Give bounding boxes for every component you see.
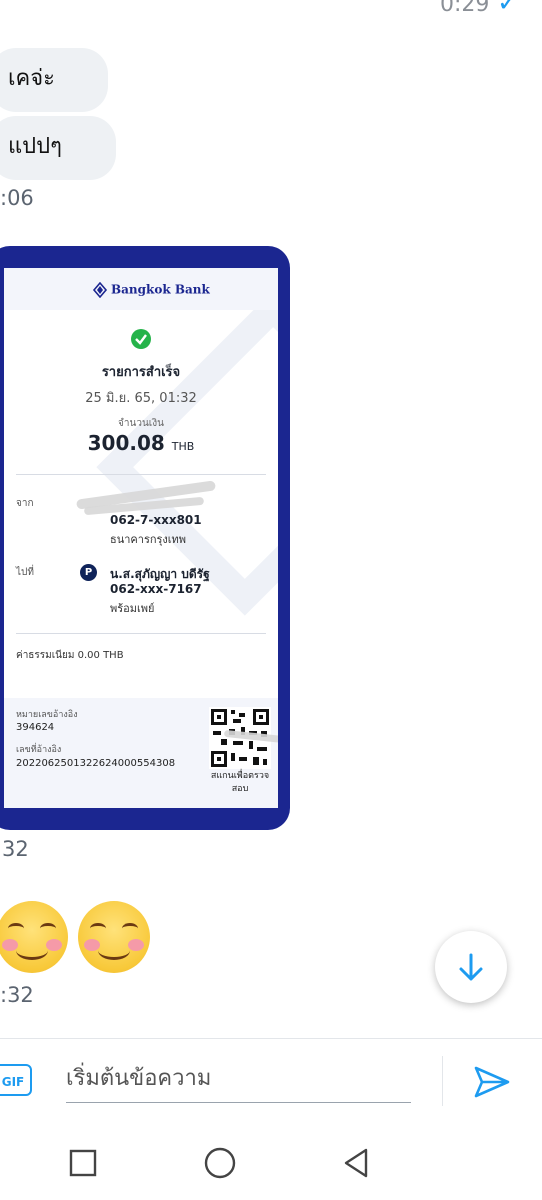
from-bank: ธนาคารกรุงเทพ xyxy=(110,533,187,546)
from-account: 062-7-xxx801 xyxy=(110,513,202,527)
transaction-status: รายการสำเร็จ xyxy=(101,365,181,380)
square-icon xyxy=(69,1149,97,1177)
to-label: ไปที่ xyxy=(16,567,34,578)
receipt-image[interactable]: Bangkok Bank รายการสำเร็จ 25 มิ.ย. 65, 0… xyxy=(4,268,278,808)
circle-icon xyxy=(204,1147,236,1179)
gif-button[interactable]: GIF xyxy=(0,1064,32,1096)
arrow-down-icon xyxy=(459,953,483,981)
ref-value: 394624 xyxy=(16,722,55,733)
divider xyxy=(16,474,266,475)
triangle-back-icon xyxy=(344,1148,368,1178)
recent-apps-button[interactable] xyxy=(64,1142,104,1182)
message-timestamp: 32 xyxy=(2,837,29,861)
ref-label: หมายเลขอ้างอิง xyxy=(16,710,78,720)
to-method: พร้อมเพย์ xyxy=(110,602,155,615)
send-button[interactable] xyxy=(470,1060,514,1104)
bank-logo: Bangkok Bank xyxy=(92,281,210,299)
ref2-label: เลขที่อ้างอิง xyxy=(16,745,62,755)
home-button[interactable] xyxy=(200,1142,240,1182)
from-label: จาก xyxy=(16,498,34,509)
send-icon xyxy=(474,1066,510,1098)
transaction-datetime: 25 มิ.ย. 65, 01:32 xyxy=(85,391,197,406)
qr-caption: สแกนเพื่อตรวจสอบ xyxy=(210,771,270,794)
amount-currency: THB xyxy=(171,440,195,453)
smiling-face-emoji-icon[interactable] xyxy=(78,901,150,973)
message-timestamp: 0:29 xyxy=(440,0,490,17)
bank-name: Bangkok Bank xyxy=(111,282,210,297)
message-bubble[interactable]: แปปๆ xyxy=(0,116,116,180)
fee-text: ค่าธรรมเนียม 0.00 THB xyxy=(16,650,124,661)
composer-separator xyxy=(442,1056,443,1106)
ref2-value: 20220625013226240005543​08 xyxy=(16,758,176,769)
smiling-face-emoji-icon[interactable] xyxy=(0,901,68,973)
promptpay-icon: P xyxy=(80,564,97,581)
amount-number: 300.08 xyxy=(87,431,165,455)
message-input[interactable] xyxy=(66,1054,411,1103)
message-bubble[interactable]: เคจ่ะ xyxy=(0,48,108,112)
back-button[interactable] xyxy=(338,1142,378,1182)
read-check-icon: ✓ xyxy=(497,0,519,18)
message-timestamp: :32 xyxy=(0,983,34,1007)
scroll-to-bottom-button[interactable] xyxy=(435,931,507,1003)
bank-logo-icon xyxy=(92,281,108,299)
to-account: 062-xxx-7167 xyxy=(110,582,202,596)
composer-divider xyxy=(0,1038,542,1039)
amount-label: จำนวนเงิน xyxy=(118,418,164,429)
amount-value: 300.08 THB xyxy=(64,431,218,455)
message-timestamp: :06 xyxy=(0,186,34,210)
success-check-icon xyxy=(131,329,151,349)
divider xyxy=(16,633,266,634)
